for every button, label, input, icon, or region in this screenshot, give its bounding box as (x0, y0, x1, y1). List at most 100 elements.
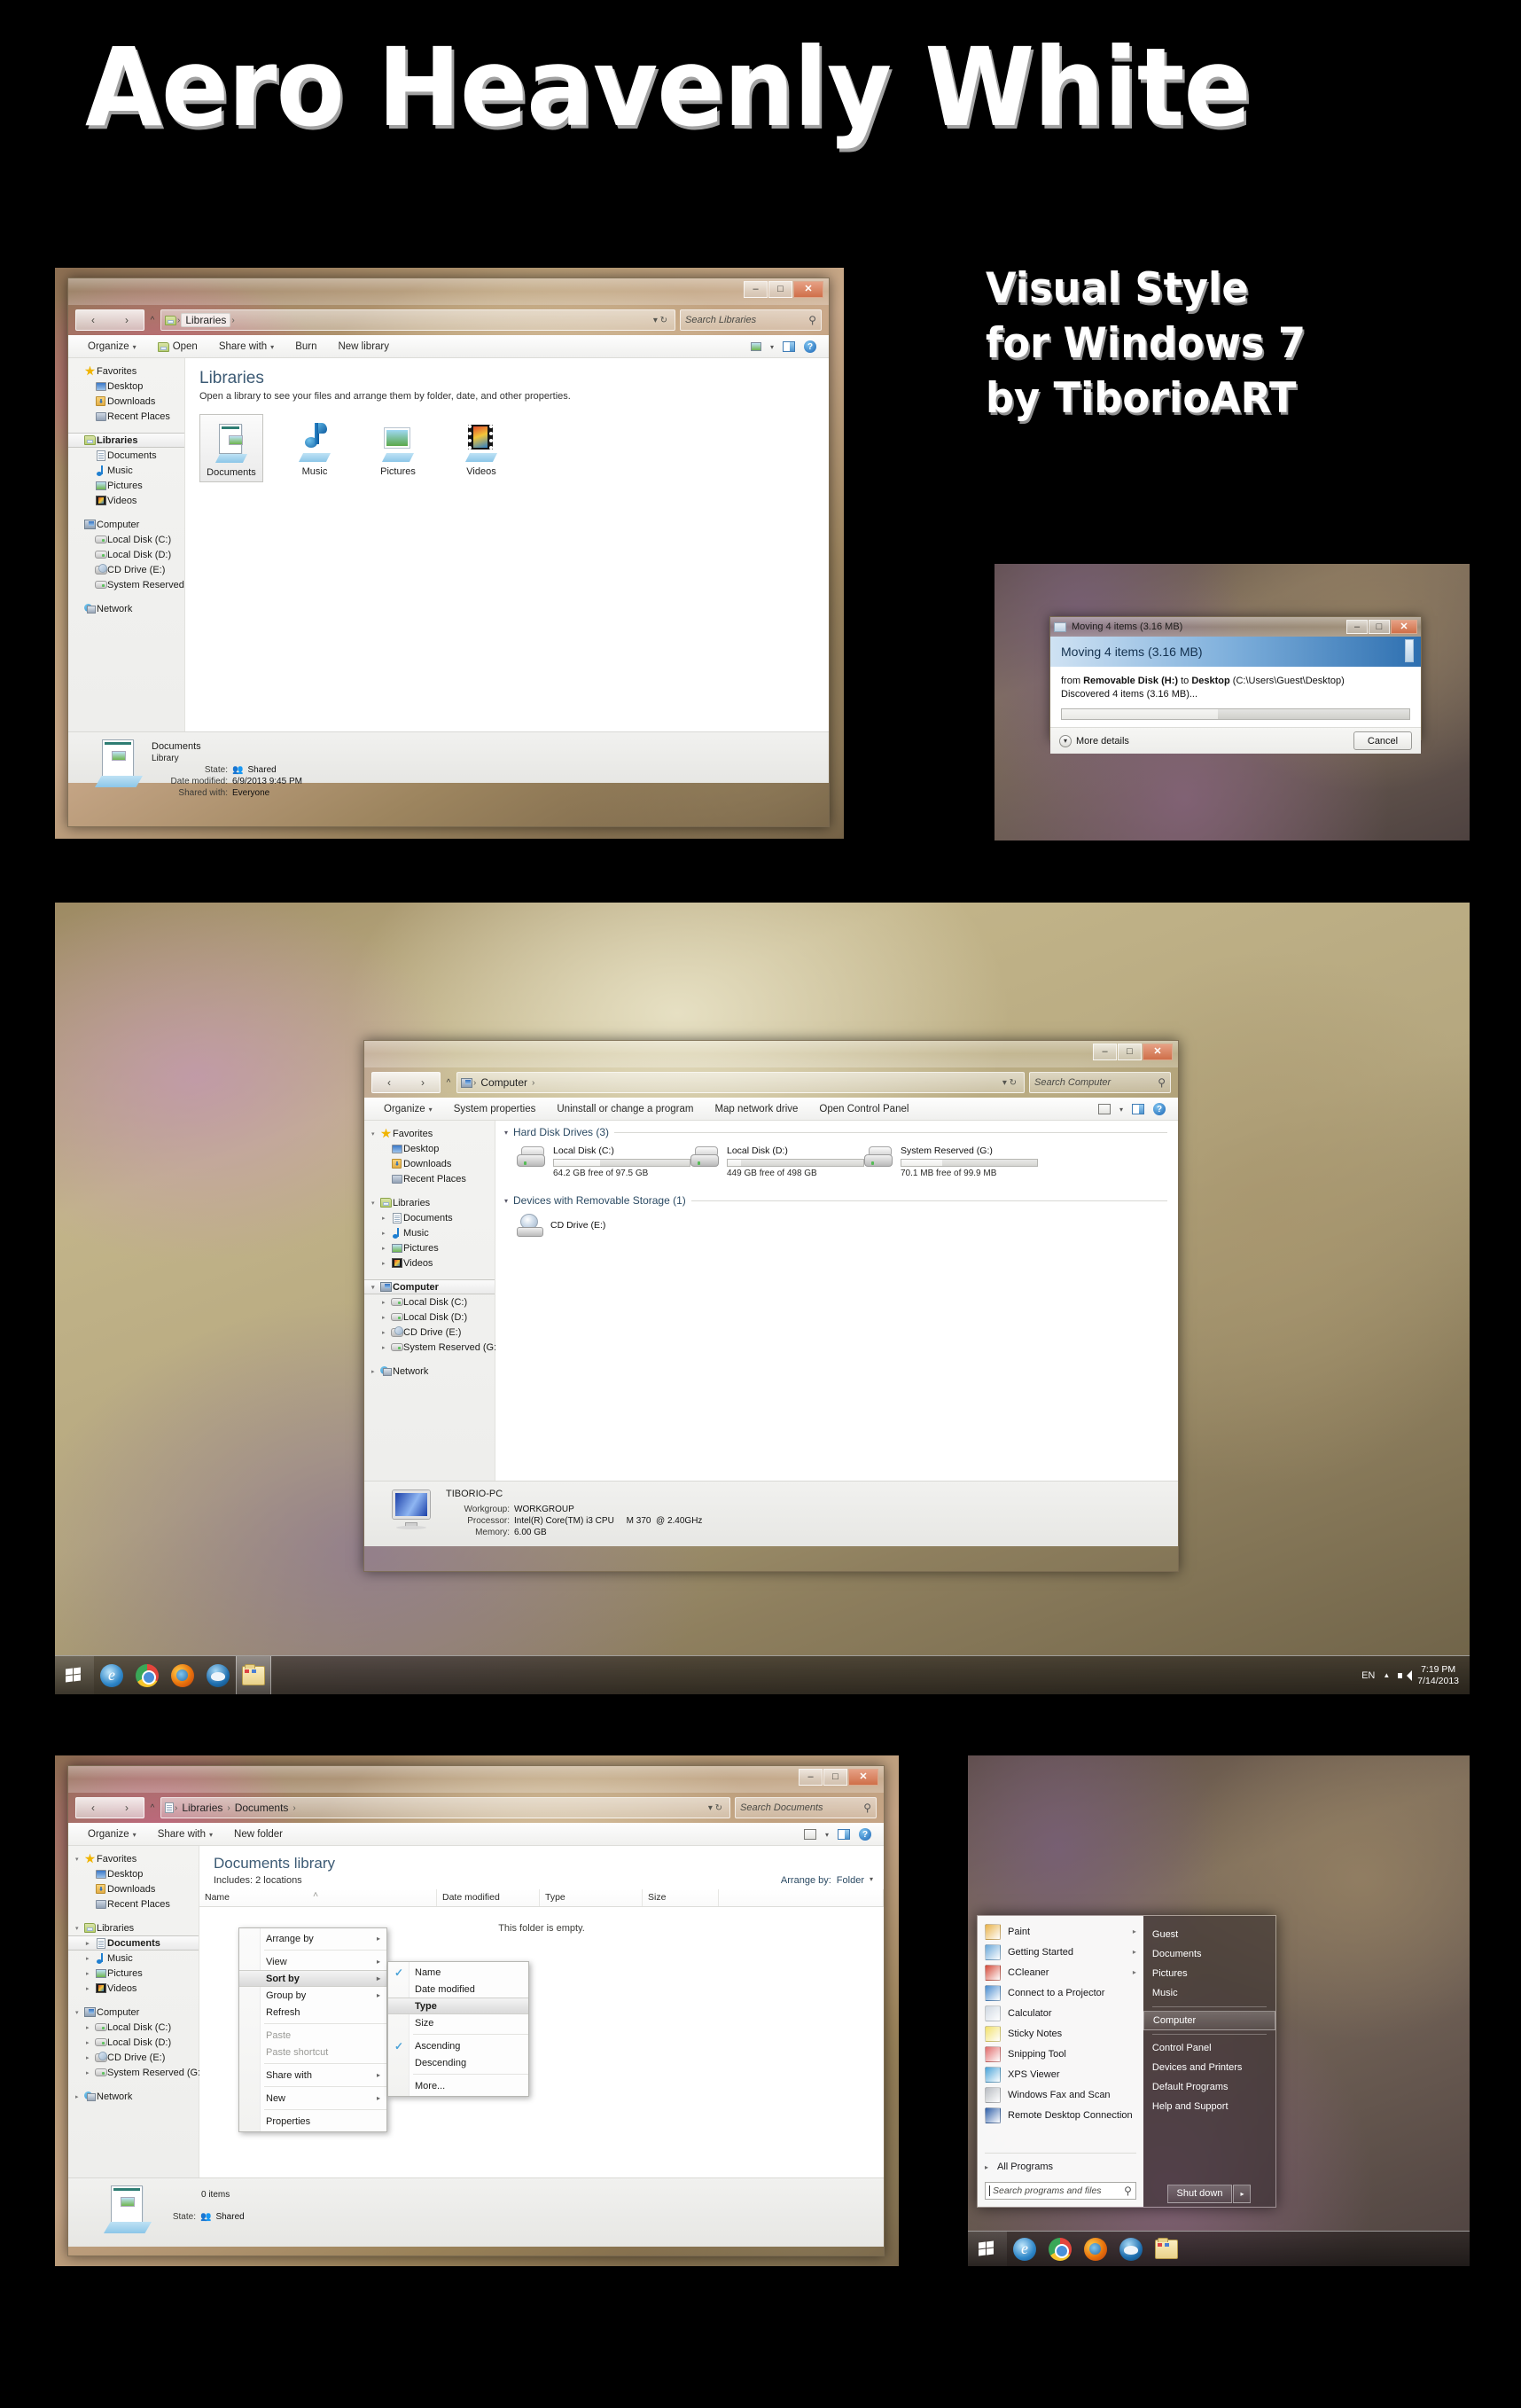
twisty-icon[interactable]: ▸ (86, 1970, 94, 1977)
address-bar[interactable]: › Libraries › Documents › ▾ ↻ (160, 1797, 730, 1818)
collapse-icon[interactable]: ▾ (504, 1129, 508, 1137)
twisty-icon[interactable]: ▸ (382, 1329, 390, 1336)
chevron-down-icon[interactable]: ▾ (1119, 1106, 1123, 1114)
sidebar-item-network[interactable]: Network (68, 601, 184, 616)
column-header-date-modified[interactable]: Date modified (437, 1889, 540, 1906)
sidebar-item-pictures[interactable]: Pictures (68, 478, 184, 493)
toolbar-right-icons[interactable]: ▾ ? (803, 1828, 875, 1841)
twisty-icon[interactable]: ▸ (382, 1299, 390, 1306)
address-dropdown[interactable]: ▾ ↻ (708, 1803, 726, 1813)
views-icon[interactable] (1097, 1104, 1111, 1114)
titlebar[interactable]: – □ ✕ (68, 1766, 884, 1793)
twisty-icon[interactable]: ▸ (382, 1245, 390, 1252)
forward-button[interactable]: › (110, 314, 144, 326)
sidebar-item-local-disk-d[interactable]: ▸ Local Disk (D:) (68, 2035, 199, 2050)
context-menu-item-arrange-by[interactable]: Arrange by ▸ (239, 1930, 386, 1947)
start-place-help-and-support[interactable]: Help and Support (1143, 2097, 1275, 2116)
sidebar-item-libraries[interactable]: ▾ Libraries (364, 1195, 495, 1210)
start-place-default-programs[interactable]: Default Programs (1143, 2077, 1275, 2097)
twisty-icon[interactable]: ▸ (382, 1344, 390, 1351)
preview-pane-icon[interactable] (1132, 1104, 1144, 1114)
column-header-type[interactable]: Type (540, 1889, 643, 1906)
sidebar-item-computer[interactable]: ▾ Computer (68, 2005, 199, 2020)
sidebar-item-pictures[interactable]: ▸ Pictures (68, 1966, 199, 1981)
sidebar-item-music[interactable]: ▸ Music (364, 1225, 495, 1240)
start-menu-item-connect-to-a-projector[interactable]: Connect to a Projector (978, 1982, 1143, 2003)
maximize-button[interactable]: □ (1118, 1044, 1142, 1060)
recent-pages-icon[interactable]: ^ (144, 1803, 160, 1813)
minimize-button[interactable]: – (799, 1769, 823, 1786)
help-icon[interactable]: ? (1153, 1103, 1166, 1115)
sidebar-item-desktop[interactable]: Desktop (68, 1866, 199, 1881)
clock[interactable]: 7:19 PM 7/14/2013 (1417, 1664, 1462, 1687)
views-icon[interactable] (803, 1829, 816, 1840)
search-input[interactable]: Search Libraries ⚲ (680, 309, 822, 331)
windows-start-orb[interactable] (968, 2232, 1007, 2266)
sidebar-item-local-disk-d[interactable]: ▸ Local Disk (D:) (364, 1310, 495, 1325)
twisty-icon[interactable]: ▾ (75, 2009, 83, 2016)
breadcrumb-item-documents[interactable]: Documents (231, 1802, 292, 1814)
drive-item[interactable]: Local Disk (D:) 449 GB free of 498 GB (690, 1142, 864, 1184)
twisty-icon[interactable]: ▸ (86, 2069, 94, 2076)
sidebar-item-documents[interactable]: ▸ Documents (364, 1210, 495, 1225)
sidebar-item-videos[interactable]: ▸ Videos (68, 1981, 199, 1996)
address-bar[interactable]: › Libraries › ▾ ↻ (160, 309, 675, 331)
sort-by-item-ascending[interactable]: ✓ Ascending (388, 2037, 528, 2054)
sidebar-item-local-disk-c[interactable]: ▸ Local Disk (C:) (364, 1294, 495, 1310)
toolbar-open-control-panel[interactable]: Open Control Panel (808, 1104, 919, 1114)
sidebar-item-recent-places[interactable]: Recent Places (364, 1171, 495, 1186)
cancel-button[interactable]: Cancel (1353, 731, 1412, 750)
breadcrumb-sep-2[interactable]: › (230, 316, 235, 325)
sidebar-item-libraries[interactable]: ▾ Libraries (68, 1920, 199, 1935)
titlebar[interactable]: – □ ✕ (364, 1041, 1178, 1067)
twisty-icon[interactable]: ▸ (86, 2024, 94, 2031)
navigation-pane[interactable]: ▾ Favorites Desktop Downloads Recent Places ▾… (68, 1846, 204, 2177)
context-menu-item-new[interactable]: New ▸ (239, 2090, 386, 2107)
dialog-titlebar[interactable]: Moving 4 items (3.16 MB) – □ ✕ (1050, 617, 1421, 637)
speaker-icon[interactable] (1398, 1669, 1413, 1681)
back-button[interactable]: ‹ (76, 1802, 110, 1814)
sidebar-item-favorites[interactable]: ▾ Favorites (68, 1851, 199, 1866)
context-menu-item-share-with[interactable]: Share with ▸ (239, 2067, 386, 2084)
sort-by-item-name[interactable]: ✓ Name (388, 1964, 528, 1981)
shut-down-button[interactable]: Shut down (1166, 2184, 1233, 2203)
twisty-icon[interactable]: ▾ (371, 1200, 379, 1207)
twisty-icon[interactable]: ▾ (75, 1856, 83, 1863)
minimize-button[interactable]: – (1093, 1044, 1117, 1060)
toolbar-right-icons[interactable]: ▾ ? (750, 340, 820, 353)
twisty-icon[interactable]: ▾ (371, 1284, 379, 1291)
window-controls[interactable]: – □ ✕ (743, 281, 823, 298)
start-menu-item-paint[interactable]: Paint ▸ (978, 1921, 1143, 1942)
sidebar-item-local-disk-c[interactable]: ▸ Local Disk (C:) (68, 2020, 199, 2035)
views-icon[interactable] (750, 342, 761, 351)
drive-item[interactable]: Local Disk (C:) 64.2 GB free of 97.5 GB (517, 1142, 690, 1184)
twisty-icon[interactable]: ▸ (86, 1955, 94, 1962)
chevron-down-icon[interactable]: ▾ (1059, 734, 1072, 747)
start-menu-item-remote-desktop-connection[interactable]: Remote Desktop Connection (978, 2105, 1143, 2125)
removable-drive-item[interactable]: CD Drive (E:) (495, 1208, 1178, 1244)
explorer-window-libraries[interactable]: – □ ✕ ‹ › ^ › Libraries › ▾ ↻ Search Lib… (67, 278, 830, 827)
sidebar-item-documents[interactable]: ▸ Documents (68, 1935, 199, 1951)
address-dropdown[interactable]: ▾ ↻ (1002, 1078, 1020, 1088)
start-menu-item-calculator[interactable]: Calculator (978, 2003, 1143, 2023)
group-header-removable[interactable]: ▾ Devices with Removable Storage (1) (495, 1189, 1178, 1208)
collapse-icon[interactable]: ▾ (504, 1197, 508, 1205)
taskbar[interactable]: EN ▲ 7:19 PM 7/14/2013 (55, 1655, 1470, 1694)
more-details-link[interactable]: More details (1076, 736, 1129, 747)
moving-items-dialog[interactable]: Moving 4 items (3.16 MB) – □ ✕ Moving 4 … (1049, 616, 1422, 754)
minimize-button[interactable]: – (744, 281, 768, 298)
minimize-button[interactable]: – (1346, 620, 1368, 634)
titlebar[interactable]: – □ ✕ (68, 278, 829, 305)
twisty-icon[interactable]: ▸ (382, 1314, 390, 1321)
taskbar-button-windows-explorer[interactable] (1149, 2232, 1184, 2266)
group-header-hard-disks[interactable]: ▾ Hard Disk Drives (3) (495, 1121, 1178, 1140)
maximize-button[interactable]: □ (823, 1769, 847, 1786)
sidebar-item-system-reserved-g[interactable]: ▸ System Reserved (G:) (364, 1340, 500, 1355)
search-input[interactable]: Search Documents ⚲ (735, 1797, 877, 1818)
column-headers[interactable]: Name ˄ Date modified Type Size (199, 1889, 884, 1907)
start-place-documents[interactable]: Documents (1143, 1944, 1275, 1964)
toolbar-right-icons[interactable]: ▾ ? (1097, 1103, 1169, 1115)
toolbar-system-properties[interactable]: System properties (443, 1104, 547, 1114)
help-icon[interactable]: ? (859, 1828, 871, 1841)
sidebar-item-system-reserved-g[interactable]: System Reserved (G:) (68, 577, 204, 592)
